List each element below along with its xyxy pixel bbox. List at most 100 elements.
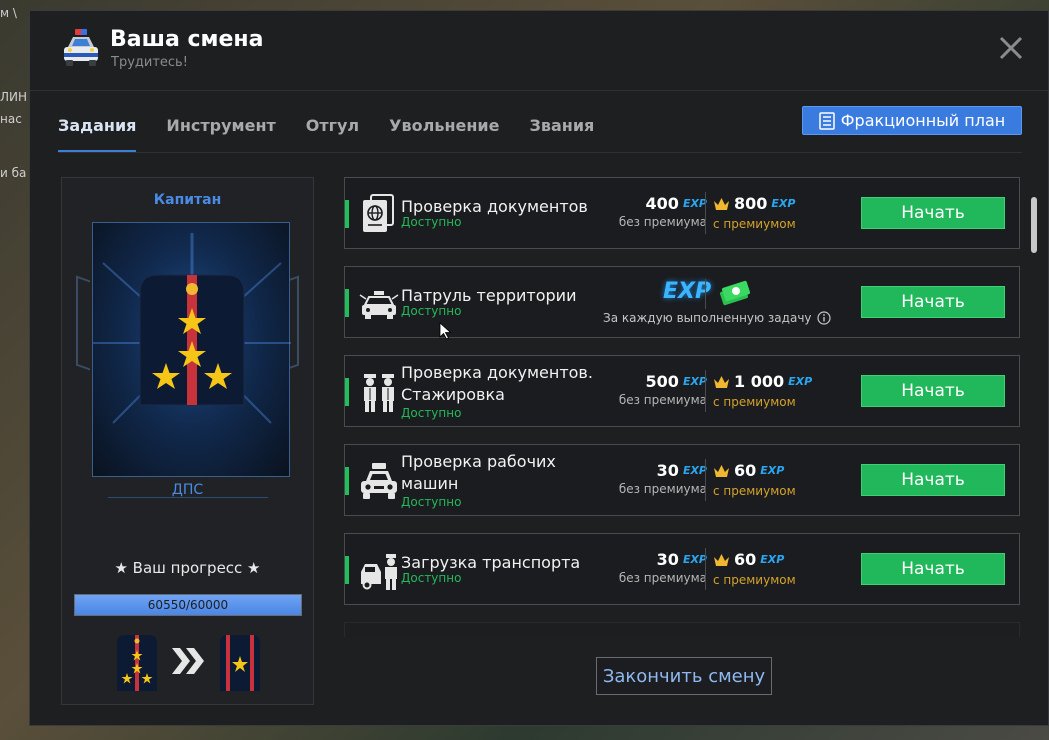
money-icon [719, 280, 751, 306]
base-reward: 30 EXP без премиума [605, 461, 707, 496]
premium-reward: 800 EXP с премиумом [713, 194, 833, 231]
start-task-button[interactable]: Начать [861, 197, 1005, 229]
next-rank-icon [220, 635, 260, 691]
tow-truck-officer-icon [361, 554, 397, 590]
officers-icon [364, 374, 394, 412]
reward-divider [705, 192, 706, 234]
tab-tasks[interactable]: Задания [58, 111, 137, 153]
subdivision-label: ДПС [171, 482, 204, 498]
exp-tag: EXP [788, 375, 813, 388]
task-status: Доступно [401, 406, 462, 420]
base-reward-label: без премиума [618, 571, 707, 585]
start-task-button[interactable]: Начать [861, 464, 1005, 496]
task-row: Проверка документов. Стажировка Доступно… [344, 355, 1020, 427]
premium-reward: 60 EXP с премиумом [713, 550, 833, 587]
progress-text: 60550/60000 [147, 598, 229, 612]
task-accent-bar [345, 556, 349, 584]
reward-divider [705, 279, 706, 309]
premium-reward-label: с премиумом [713, 216, 796, 231]
exp-tag: EXP [682, 375, 707, 388]
premium-reward-value: 60 [734, 550, 757, 569]
base-reward-label: без премиума [618, 215, 707, 229]
tab-ranks[interactable]: Звания [529, 111, 594, 153]
end-shift-button[interactable]: Закончить смену [596, 657, 772, 695]
base-reward: 30 EXP без премиума [605, 550, 707, 585]
exp-tag: EXP [682, 553, 707, 566]
reward-divider [705, 548, 706, 590]
double-chevron-right-icon [172, 648, 204, 674]
exp-tag: EXP [771, 197, 796, 210]
rank-name: Капитан [153, 192, 222, 208]
close-icon[interactable] [998, 35, 1024, 61]
premium-reward-value: 1 000 [734, 372, 785, 391]
task-row: Проверка рабочих машин Доступно 30 EXP бе… [344, 444, 1020, 516]
tab-dismissal[interactable]: Увольнение [389, 111, 499, 153]
current-rank-icon [117, 635, 157, 691]
exp-tag: EXP [760, 553, 785, 566]
task-title: Проверка рабочих машин [401, 452, 556, 493]
mouse-cursor-icon [439, 322, 452, 340]
premium-reward-label: с премиумом [713, 572, 796, 587]
police-car-icon [64, 29, 98, 66]
premium-reward: 1 000 EXP с премиумом [713, 372, 833, 409]
window-subtitle: Трудитесь! [111, 55, 188, 70]
task-accent-bar [345, 378, 349, 406]
premium-reward-label: с премиумом [713, 483, 796, 498]
window-title: Ваша смена [110, 27, 264, 52]
background-text: и ба [0, 166, 27, 180]
tab-tools[interactable]: Инструмент [166, 111, 275, 153]
exp-tag: EXP [682, 197, 707, 210]
info-icon[interactable] [816, 311, 831, 325]
start-task-button[interactable]: Начать [861, 553, 1005, 585]
task-row-partial [344, 622, 1020, 637]
tabs-divider [58, 152, 1022, 153]
base-reward-label: без премиума [618, 393, 707, 407]
faction-plan-button[interactable]: Фракционный план [802, 106, 1022, 135]
base-reward-value: 400 [645, 194, 679, 213]
base-reward-label: без премиума [618, 482, 707, 496]
exp-reward: EXP [663, 279, 712, 304]
reward-divider [705, 459, 706, 501]
tab-day-off[interactable]: Отгул [306, 111, 359, 153]
rank-insignia-card [92, 222, 291, 477]
premium-reward: 60 EXP с премиумом [713, 461, 833, 498]
faction-plan-label: Фракционный план [840, 111, 1006, 130]
base-reward: 500 EXP без премиума [605, 372, 707, 407]
shift-window: Ваша смена Трудитесь! Задания Инструмент… [29, 10, 1049, 726]
base-reward-value: 30 [656, 461, 679, 480]
patrol-car-icon [359, 291, 399, 319]
premium-reward-value: 60 [734, 461, 757, 480]
reward-note-text: За каждую выполненную задачу [603, 311, 812, 325]
tab-bar: Задания Инструмент Отгул Увольнение Зван… [58, 111, 624, 153]
rank-panel: Капитан ДПС ★ Ваш прогресс ★ 60550/60000 [61, 177, 314, 705]
progress-title: ★ Ваш прогресс ★ [114, 559, 261, 577]
base-reward-value: 30 [656, 550, 679, 569]
premium-reward-value: 800 [734, 194, 768, 213]
task-row: Проверка документов Доступно 400 EXP без … [344, 177, 1020, 249]
task-accent-bar [345, 200, 349, 228]
police-car-front-icon [361, 463, 397, 499]
reward-note: За каждую выполненную задачу [603, 311, 831, 325]
passport-icon [363, 194, 394, 232]
frame-decoration [76, 275, 90, 371]
crown-icon [714, 553, 729, 566]
premium-reward-label: с премиумом [713, 394, 796, 409]
base-reward-value: 500 [645, 372, 679, 391]
task-list-scrollbar[interactable] [1031, 197, 1037, 253]
background-text: нас [0, 112, 22, 126]
task-row: Загрузка транспорта Доступно 30 EXP без п… [344, 533, 1020, 605]
task-status: Доступно [401, 495, 462, 509]
start-task-button[interactable]: Начать [861, 286, 1005, 318]
window-header: Ваша смена Трудитесь! [30, 11, 1048, 91]
background-text: м \ [0, 6, 17, 20]
crown-icon [714, 375, 729, 388]
start-task-button[interactable]: Начать [861, 375, 1005, 407]
progress-bar: 60550/60000 [74, 594, 302, 616]
task-accent-bar [345, 289, 349, 317]
task-status: Доступно [401, 215, 462, 229]
task-accent-bar [345, 467, 349, 495]
exp-tag: EXP [682, 464, 707, 477]
background-text: ЛИН [0, 90, 28, 104]
task-status: Доступно [401, 304, 462, 318]
reward-divider [705, 370, 706, 412]
